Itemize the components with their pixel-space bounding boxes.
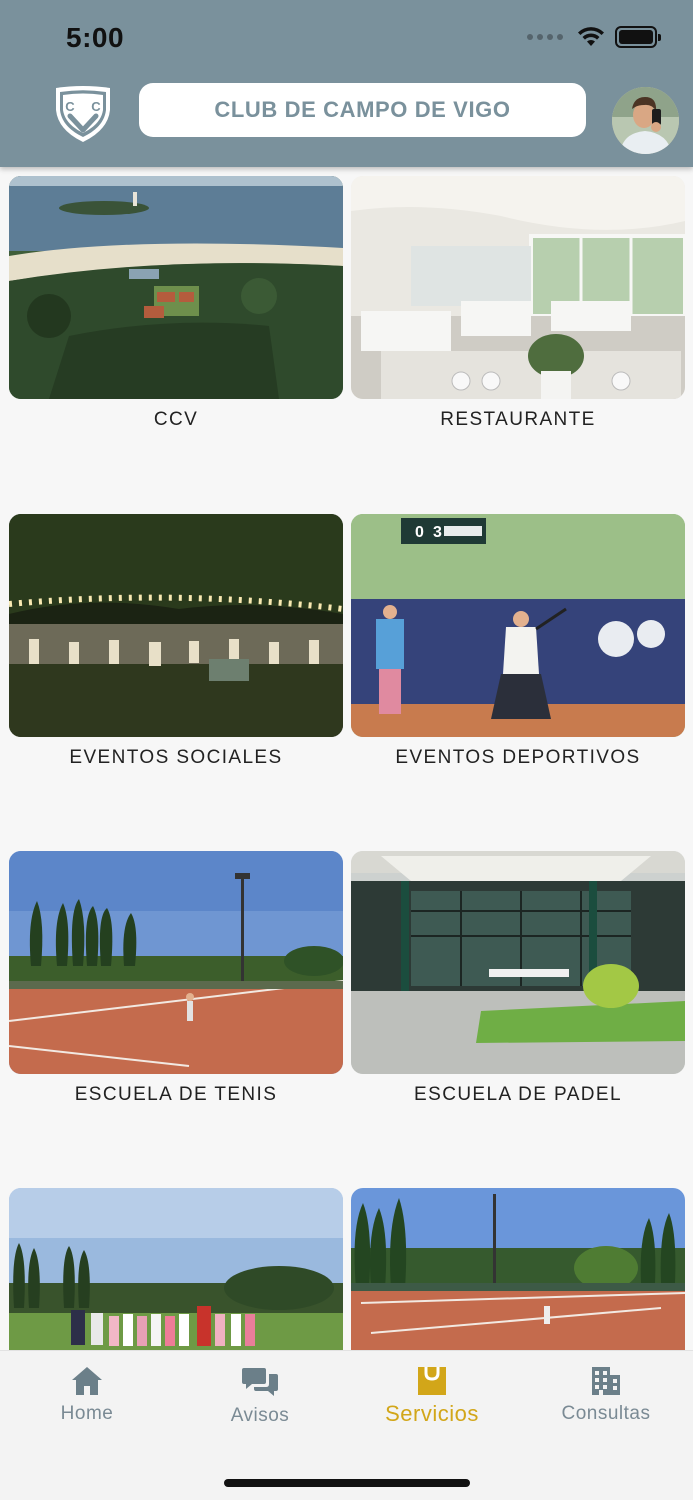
service-image — [9, 176, 343, 399]
wifi-icon — [578, 27, 604, 46]
scoreboard-right: 3 — [433, 524, 442, 541]
service-image — [9, 1188, 343, 1350]
club-title: CLUB DE CAMPO DE VIGO — [214, 97, 511, 122]
service-image: 0 3 — [351, 514, 685, 737]
service-label: EVENTOS SOCIALES — [69, 747, 283, 768]
service-image — [351, 176, 685, 399]
service-image — [9, 851, 343, 1074]
chat-icon — [242, 1368, 278, 1396]
battery-icon — [615, 26, 661, 48]
club-title-pill: CLUB DE CAMPO DE VIGO — [139, 83, 586, 137]
service-card-eventos-sociales[interactable]: EVENTOS SOCIALES — [9, 514, 343, 769]
service-card-eventos-deportivos[interactable]: 0 3 EVENTOS DEPORTIVOS — [351, 514, 685, 769]
service-label: ESCUELA DE TENIS — [74, 1084, 278, 1105]
service-card-restaurante[interactable]: RESTAURANTE — [351, 176, 685, 431]
scoreboard-left: 0 — [415, 524, 424, 541]
building-icon — [592, 1367, 620, 1395]
service-label: EVENTOS DEPORTIVOS — [395, 747, 641, 768]
service-image — [9, 514, 343, 737]
tab-label: Home — [60, 1403, 114, 1424]
service-image — [351, 851, 685, 1074]
tab-label: Avisos — [230, 1405, 290, 1426]
tab-consultas[interactable]: Consultas — [541, 1365, 671, 1425]
tab-label: Consultas — [561, 1403, 651, 1424]
service-label: ESCUELA DE PADEL — [414, 1084, 622, 1105]
service-card-escuela-padel[interactable]: ESCUELA DE PADEL — [351, 851, 685, 1106]
club-logo[interactable]: C C — [52, 84, 114, 144]
service-card-escuela-tenis[interactable]: ESCUELA DE TENIS — [9, 851, 343, 1106]
status-icons — [527, 26, 661, 48]
shopping-bag-icon — [418, 1367, 446, 1395]
home-icon — [72, 1367, 102, 1395]
tab-servicios[interactable]: Servicios — [367, 1365, 497, 1427]
svg-text:C: C — [65, 99, 75, 114]
service-card-ccv[interactable]: CCV — [9, 176, 343, 431]
app-header: 5:00 C C CLUB DE CAMPO DE VIGO — [0, 0, 693, 167]
tab-label: Servicios — [385, 1401, 479, 1426]
user-avatar[interactable] — [612, 87, 679, 154]
status-time: 5:00 — [66, 22, 125, 53]
service-image — [351, 1188, 685, 1350]
home-indicator[interactable] — [224, 1479, 470, 1487]
service-card-courts-photo[interactable] — [351, 1188, 685, 1350]
service-label: RESTAURANTE — [440, 409, 596, 430]
services-grid: CCV RESTAURANTE EVENTOS SOCIALES 0 3 EVE… — [0, 167, 693, 1350]
tab-avisos[interactable]: Avisos — [195, 1365, 325, 1427]
bottom-tab-bar: Home Avisos Servicios Consultas — [0, 1350, 693, 1500]
svg-text:C: C — [91, 99, 101, 114]
service-label: CCV — [153, 409, 199, 430]
service-card-group-photo[interactable] — [9, 1188, 343, 1350]
tab-home[interactable]: Home — [22, 1365, 152, 1425]
cellular-signal-icon — [527, 34, 563, 40]
